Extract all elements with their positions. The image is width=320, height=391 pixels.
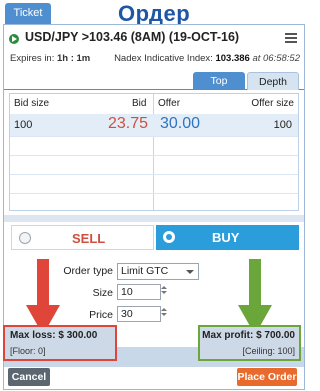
- order-type-value: Limit GTC: [121, 265, 169, 277]
- bid-price-cell[interactable]: 23.75: [86, 115, 148, 133]
- col-offer-size: Offer size: [251, 98, 294, 109]
- hamburger-menu-icon[interactable]: [285, 33, 297, 43]
- index-value: 103.386: [215, 53, 250, 64]
- size-label: Size: [92, 287, 113, 299]
- stepper-up-icon[interactable]: [161, 286, 167, 289]
- index-label: Nadex Indicative Index:: [114, 53, 213, 64]
- sell-button[interactable]: SELL: [11, 225, 154, 250]
- order-type-select[interactable]: Limit GTC: [117, 263, 199, 280]
- sell-radio[interactable]: [19, 232, 31, 244]
- max-loss-value: $ 300.00: [58, 330, 98, 341]
- expires-info: Expires in: 1h : 1m: [10, 53, 90, 64]
- index-info: Nadex Indicative Index: 103.386 at 06:58…: [114, 53, 300, 64]
- table-row[interactable]: 100 23.75 30.00 100: [10, 114, 298, 136]
- max-loss-label: Max loss:: [10, 330, 56, 341]
- expires-value: 1h : 1m: [57, 53, 91, 64]
- max-loss: Max loss: $ 300.00: [10, 330, 97, 341]
- view-tabs: Top Depth: [4, 70, 304, 90]
- empty-row-line: [10, 174, 298, 175]
- expires-label: Expires in:: [10, 53, 55, 64]
- tab-depth[interactable]: Depth: [247, 72, 299, 90]
- bid-size-cell: 100: [14, 119, 33, 131]
- offer-size-cell: 100: [273, 119, 292, 131]
- cancel-button[interactable]: Cancel: [8, 368, 50, 386]
- price-label: Price: [89, 309, 113, 321]
- empty-row-line: [10, 193, 298, 194]
- floor-text: [Floor: 0]: [10, 346, 46, 356]
- tab-top[interactable]: Top: [193, 72, 245, 90]
- order-book: Bid size Bid Offer Offer size 100 23.75 …: [9, 93, 299, 211]
- play-circle-icon: [9, 34, 19, 44]
- col-bid: Bid: [132, 98, 147, 109]
- order-type-label: Order type: [63, 265, 113, 277]
- price-input[interactable]: [117, 306, 161, 322]
- col-offer: Offer: [158, 98, 181, 109]
- index-time: at 06:58:52: [252, 53, 300, 64]
- place-order-button[interactable]: Place Order: [237, 368, 297, 386]
- size-stepper[interactable]: [161, 284, 169, 300]
- max-profit-value: $ 700.00: [256, 330, 295, 341]
- size-input[interactable]: [117, 284, 161, 300]
- order-book-header: Bid size Bid Offer Offer size: [10, 94, 298, 112]
- stepper-down-icon[interactable]: [161, 291, 167, 294]
- instrument-header: USD/JPY >103.46 (8AM) (19-OCT-16): [7, 30, 301, 48]
- buy-radio[interactable]: [163, 231, 175, 243]
- max-profit-label: Max profit:: [202, 330, 254, 341]
- offer-price-cell[interactable]: 30.00: [160, 115, 200, 133]
- instrument-name: USD/JPY >103.46 (8AM) (19-OCT-16): [25, 30, 240, 44]
- tab-ticket[interactable]: Ticket: [5, 3, 51, 24]
- chevron-down-icon: [186, 270, 194, 274]
- stepper-up-icon[interactable]: [161, 308, 167, 311]
- top-bar: Ticket Ордер: [0, 0, 308, 26]
- stepper-down-icon[interactable]: [161, 313, 167, 316]
- col-bid-size: Bid size: [14, 98, 50, 109]
- divider-band: [4, 215, 304, 222]
- max-profit-box: Max profit: $ 700.00 [Ceiling: 100]: [198, 325, 301, 361]
- empty-row-line: [10, 136, 298, 137]
- buy-button[interactable]: BUY: [156, 225, 299, 250]
- empty-row-line: [10, 155, 298, 156]
- ceiling-text: [Ceiling: 100]: [242, 346, 295, 356]
- info-row: Expires in: 1h : 1m Nadex Indicative Ind…: [10, 53, 300, 67]
- price-stepper[interactable]: [161, 306, 169, 322]
- max-loss-box: Max loss: $ 300.00 [Floor: 0]: [3, 325, 117, 361]
- buy-label: BUY: [212, 230, 240, 245]
- max-profit: Max profit: $ 700.00: [202, 330, 295, 341]
- sell-label: SELL: [72, 231, 106, 246]
